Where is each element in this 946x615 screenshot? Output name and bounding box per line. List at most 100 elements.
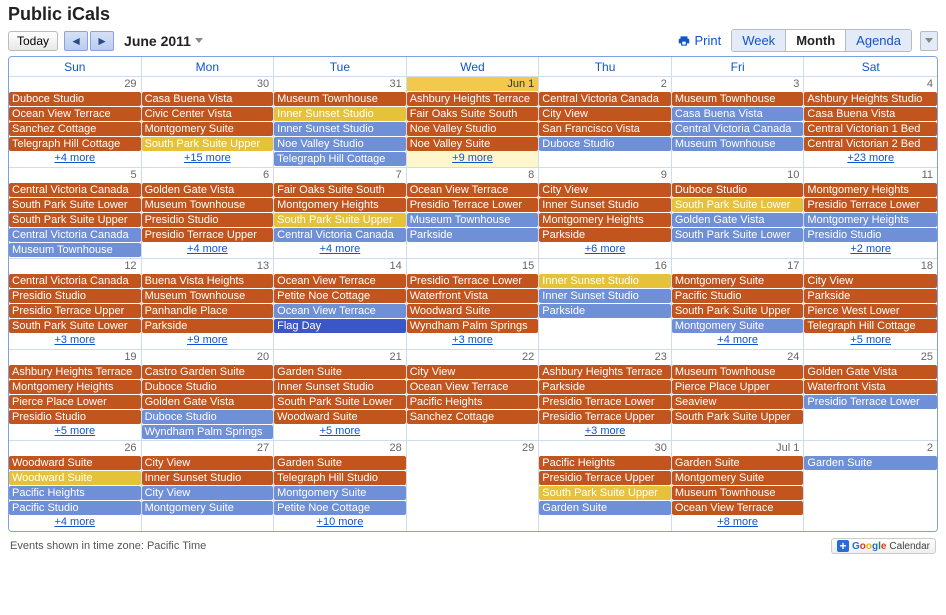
calendar-event[interactable]: South Park Suite Upper [9,213,141,227]
day-cell[interactable]: 27City ViewInner Sunset StudioCity ViewM… [142,441,275,531]
calendar-event[interactable]: Panhandle Place [142,304,274,318]
calendar-event[interactable]: Central Victoria Canada [672,122,804,136]
calendar-event[interactable]: Museum Townhouse [672,365,804,379]
calendar-event[interactable]: Central Victorian 1 Bed [804,122,937,136]
day-cell[interactable]: 18City ViewParksidePierce West LowerTele… [804,259,937,349]
calendar-event[interactable]: Presidio Terrace Upper [539,410,671,424]
calendar-event[interactable]: Pacific Heights [539,456,671,470]
print-button[interactable]: Print [677,33,721,48]
day-cell[interactable]: 2Central Victoria CanadaCity ViewSan Fra… [539,77,672,167]
calendar-event[interactable]: Ocean View Terrace [407,183,539,197]
day-cell[interactable]: 19Ashbury Heights TerraceMontgomery Heig… [9,350,142,440]
calendar-event[interactable]: Duboce Studio [142,410,274,424]
calendar-event[interactable]: Ashbury Heights Terrace [9,365,141,379]
day-cell[interactable]: 6Golden Gate VistaMuseum TownhousePresid… [142,168,275,258]
calendar-event[interactable]: Central Victoria Canada [274,228,406,242]
more-events-link[interactable]: +5 more [804,333,937,347]
day-cell[interactable]: 8Ocean View TerracePresidio Terrace Lowe… [407,168,540,258]
calendar-event[interactable]: Montgomery Heights [804,213,937,227]
calendar-event[interactable]: Woodward Suite [407,304,539,318]
calendar-event[interactable]: San Francisco Vista [539,122,671,136]
calendar-event[interactable]: Museum Townhouse [672,92,804,106]
more-events-link[interactable]: +4 more [9,151,141,165]
calendar-event[interactable]: Parkside [539,228,671,242]
calendar-event[interactable]: South Park Suite Lower [672,228,804,242]
calendar-event[interactable]: Inner Sunset Studio [142,471,274,485]
day-cell[interactable]: 15Presidio Terrace LowerWaterfront Vista… [407,259,540,349]
calendar-event[interactable]: Presidio Terrace Upper [539,471,671,485]
calendar-event[interactable]: Ashbury Heights Studio [804,92,937,106]
calendar-event[interactable]: Golden Gate Vista [672,213,804,227]
more-events-link[interactable]: +6 more [539,242,671,256]
calendar-event[interactable]: Sanchez Cottage [9,122,141,136]
more-events-link[interactable]: +4 more [274,242,406,256]
calendar-event[interactable]: Golden Gate Vista [804,365,937,379]
calendar-event[interactable]: Presidio Studio [9,410,141,424]
calendar-event[interactable]: Woodward Suite [9,456,141,470]
calendar-event[interactable]: Parkside [539,304,671,318]
calendar-event[interactable]: Ocean View Terrace [9,107,141,121]
more-events-link[interactable]: +4 more [142,242,274,256]
calendar-event[interactable]: Ocean View Terrace [672,501,804,515]
calendar-event[interactable]: Montgomery Suite [142,501,274,515]
calendar-event[interactable]: Presidio Studio [9,289,141,303]
calendar-event[interactable]: Seaview [672,395,804,409]
calendar-event[interactable]: Museum Townhouse [142,198,274,212]
more-events-link[interactable]: +4 more [9,515,141,529]
calendar-event[interactable]: Central Victoria Canada [539,92,671,106]
calendar-event[interactable]: Garden Suite [672,456,804,470]
calendar-event[interactable]: South Park Suite Upper [539,486,671,500]
calendar-event[interactable]: Flag Day [274,319,406,333]
more-events-link[interactable]: +8 more [672,515,804,529]
calendar-event[interactable]: Montgomery Heights [274,198,406,212]
calendar-event[interactable]: South Park Suite Lower [9,198,141,212]
day-cell[interactable]: 21Garden SuiteInner Sunset StudioSouth P… [274,350,407,440]
day-cell[interactable]: 10Duboce StudioSouth Park Suite LowerGol… [672,168,805,258]
tab-month[interactable]: Month [786,30,846,51]
calendar-event[interactable]: Parkside [407,228,539,242]
calendar-event[interactable]: Presidio Studio [142,213,274,227]
calendar-event[interactable]: Central Victorian 2 Bed [804,137,937,151]
day-cell[interactable]: 23Ashbury Heights TerraceParksidePresidi… [539,350,672,440]
day-cell[interactable]: 30Casa Buena VistaCivic Center VistaMont… [142,77,275,167]
calendar-event[interactable]: Civic Center Vista [142,107,274,121]
more-events-link[interactable]: +9 more [142,333,274,347]
calendar-event[interactable]: Ashbury Heights Terrace [407,92,539,106]
calendar-event[interactable]: Museum Townhouse [672,486,804,500]
calendar-event[interactable]: Buena Vista Heights [142,274,274,288]
calendar-event[interactable]: Garden Suite [804,456,937,470]
calendar-event[interactable]: Presidio Terrace Upper [142,228,274,242]
calendar-event[interactable]: Museum Townhouse [9,243,141,257]
day-cell[interactable]: 22City ViewOcean View TerracePacific Hei… [407,350,540,440]
calendar-event[interactable]: Ocean View Terrace [274,274,406,288]
add-to-google-calendar-button[interactable]: + Google Calendar [831,538,936,554]
more-events-link[interactable]: +5 more [9,424,141,438]
calendar-event[interactable]: Montgomery Suite [672,319,804,333]
calendar-event[interactable]: Museum Townhouse [274,92,406,106]
calendar-event[interactable]: Montgomery Suite [672,274,804,288]
more-events-link[interactable]: +23 more [804,151,937,165]
calendar-event[interactable]: Presidio Terrace Upper [9,304,141,318]
calendar-event[interactable]: Garden Suite [274,365,406,379]
calendar-event[interactable]: Noe Valley Suite [407,137,539,151]
calendar-event[interactable]: Montgomery Suite [274,486,406,500]
calendar-event[interactable]: Pacific Studio [672,289,804,303]
calendar-event[interactable]: Telegraph Hill Cottage [804,319,937,333]
calendar-event[interactable]: Presidio Terrace Lower [407,274,539,288]
day-cell[interactable]: 16Inner Sunset StudioInner Sunset Studio… [539,259,672,349]
calendar-event[interactable]: Wyndham Palm Springs [407,319,539,333]
calendar-event[interactable]: Ashbury Heights Terrace [539,365,671,379]
day-cell[interactable]: 20Castro Garden SuiteDuboce StudioGolden… [142,350,275,440]
day-cell[interactable]: 7Fair Oaks Suite SouthMontgomery Heights… [274,168,407,258]
calendar-event[interactable]: Noe Valley Studio [274,137,406,151]
calendar-event[interactable]: City View [539,183,671,197]
calendar-event[interactable]: Casa Buena Vista [804,107,937,121]
calendar-event[interactable]: South Park Suite Upper [274,213,406,227]
day-cell[interactable]: 26Woodward SuiteWoodward SuitePacific He… [9,441,142,531]
calendar-event[interactable]: Fair Oaks Suite South [274,183,406,197]
view-options-dropdown[interactable] [920,31,938,51]
calendar-event[interactable]: Golden Gate Vista [142,395,274,409]
calendar-event[interactable]: Presidio Terrace Lower [804,198,937,212]
prev-button[interactable]: ◄ [64,31,88,51]
calendar-event[interactable]: City View [539,107,671,121]
